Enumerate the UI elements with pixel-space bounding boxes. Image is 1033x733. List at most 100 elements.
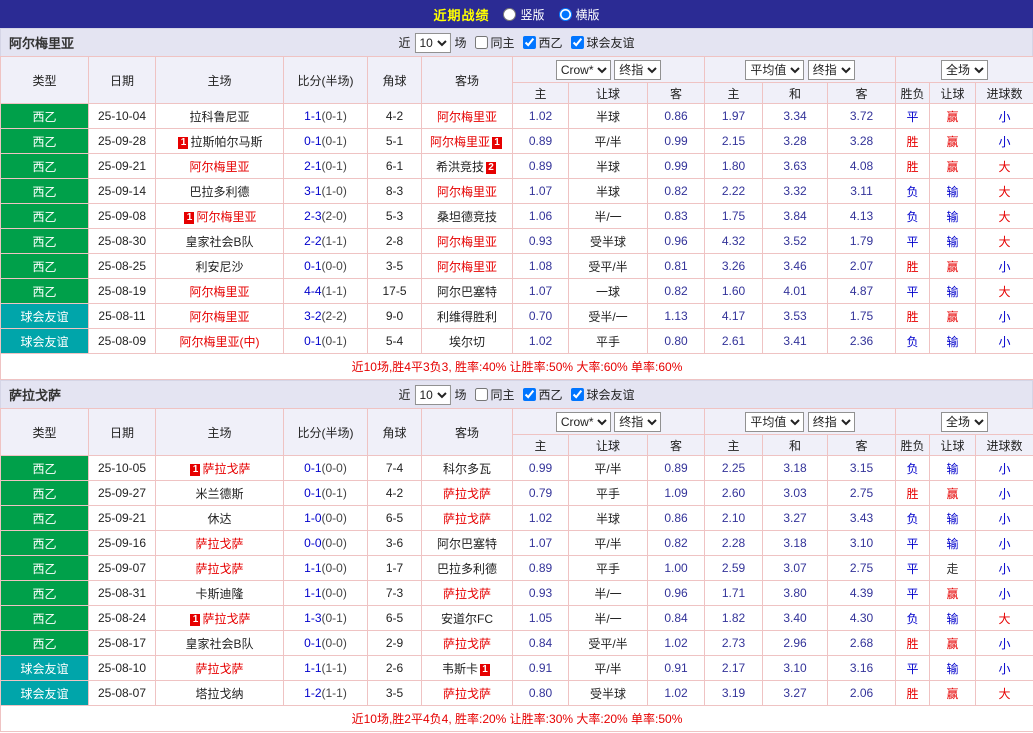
league-option[interactable]: 西乙: [519, 386, 563, 403]
team-link[interactable]: 埃尔切: [449, 335, 485, 349]
score-cell[interactable]: 0-1(0-0): [283, 455, 368, 481]
final-odds-select[interactable]: 终指: [614, 411, 662, 432]
score-cell[interactable]: 1-0(0-0): [283, 505, 368, 531]
final-odds-select[interactable]: 终指: [614, 59, 662, 80]
team-link[interactable]: 萨拉戈萨: [195, 662, 243, 676]
layout-vertical-radio[interactable]: [503, 7, 517, 21]
match-count-select[interactable]: 10: [414, 32, 451, 53]
away-team-cell[interactable]: 萨拉戈萨: [421, 480, 513, 506]
team-link[interactable]: 休达: [207, 512, 231, 526]
team-link[interactable]: 萨拉戈萨: [443, 687, 491, 701]
average-odds-select[interactable]: 平均值: [745, 59, 805, 80]
home-team-cell[interactable]: 阿尔梅里亚(中): [155, 328, 284, 354]
team-link[interactable]: 韦斯卡: [442, 662, 478, 676]
home-team-cell[interactable]: 巴拉多利德: [155, 178, 284, 204]
team-link[interactable]: 塔拉戈纳: [195, 687, 243, 701]
layout-vertical-option[interactable]: 竖版: [503, 6, 545, 23]
team-link[interactable]: 阿尔梅里亚: [437, 185, 497, 199]
team-link[interactable]: 科尔多瓦: [443, 462, 491, 476]
home-team-cell[interactable]: 米兰德斯: [155, 480, 284, 506]
odds-source-select[interactable]: Crow*: [555, 59, 611, 80]
away-team-cell[interactable]: 希洪竞技 2: [421, 153, 513, 179]
score-cell[interactable]: 3-1(1-0): [283, 178, 368, 204]
score-cell[interactable]: 0-1(0-1): [283, 328, 368, 354]
team-link[interactable]: 皇家社会B队: [185, 637, 253, 651]
team-link[interactable]: 皇家社会B队: [185, 235, 253, 249]
score-cell[interactable]: 0-1(0-0): [283, 630, 368, 656]
score-cell[interactable]: 2-2(1-1): [283, 228, 368, 254]
team-link[interactable]: 萨拉戈萨: [443, 587, 491, 601]
same-home-checkbox[interactable]: [474, 36, 488, 49]
friendly-checkbox[interactable]: [570, 36, 584, 49]
layout-horizontal-option[interactable]: 横版: [558, 6, 600, 23]
team-link[interactable]: 阿尔巴塞特: [437, 537, 497, 551]
team-link[interactable]: 拉科鲁尼亚: [189, 110, 249, 124]
score-cell[interactable]: 0-1(0-1): [283, 480, 368, 506]
home-team-cell[interactable]: 1 萨拉戈萨: [155, 605, 284, 631]
away-team-cell[interactable]: 阿尔梅里亚: [421, 178, 513, 204]
home-team-cell[interactable]: 利安尼沙: [155, 253, 284, 279]
team-link[interactable]: 卡斯迪隆: [195, 587, 243, 601]
away-team-cell[interactable]: 桑坦德竞技: [421, 203, 513, 229]
team-link[interactable]: 阿尔梅里亚: [437, 260, 497, 274]
team-link[interactable]: 巴拉多利德: [189, 185, 249, 199]
league-option[interactable]: 西乙: [519, 34, 563, 51]
home-team-cell[interactable]: 塔拉戈纳: [155, 680, 284, 706]
team-link[interactable]: 萨拉戈萨: [195, 537, 243, 551]
team-link[interactable]: 安道尔FC: [441, 612, 493, 626]
team-link[interactable]: 阿尔梅里亚: [189, 160, 249, 174]
odds-source-select[interactable]: Crow*: [555, 411, 611, 432]
team-link[interactable]: 萨拉戈萨: [443, 487, 491, 501]
league-checkbox[interactable]: [522, 388, 536, 401]
home-team-cell[interactable]: 萨拉戈萨: [155, 555, 284, 581]
average-odds-select[interactable]: 平均值: [745, 411, 805, 432]
league-checkbox[interactable]: [522, 36, 536, 49]
team-link[interactable]: 桑坦德竞技: [437, 210, 497, 224]
team-link[interactable]: 拉斯帕尔马斯: [190, 135, 262, 149]
home-team-cell[interactable]: 阿尔梅里亚: [155, 303, 284, 329]
team-link[interactable]: 阿尔梅里亚: [437, 235, 497, 249]
away-team-cell[interactable]: 科尔多瓦: [421, 455, 513, 481]
friendly-option[interactable]: 球会友谊: [567, 34, 635, 51]
away-team-cell[interactable]: 阿尔巴塞特: [421, 278, 513, 304]
team-link[interactable]: 萨拉戈萨: [443, 512, 491, 526]
friendly-option[interactable]: 球会友谊: [567, 386, 635, 403]
team-link[interactable]: 米兰德斯: [195, 487, 243, 501]
team-link[interactable]: 阿尔梅里亚: [189, 310, 249, 324]
score-cell[interactable]: 0-1(0-0): [283, 253, 368, 279]
home-team-cell[interactable]: 1 萨拉戈萨: [155, 455, 284, 481]
team-link[interactable]: 阿尔梅里亚: [430, 135, 490, 149]
match-count-select[interactable]: 10: [414, 384, 451, 405]
score-cell[interactable]: 3-2(2-2): [283, 303, 368, 329]
away-team-cell[interactable]: 阿尔梅里亚: [421, 228, 513, 254]
team-link[interactable]: 巴拉多利德: [437, 562, 497, 576]
team-link[interactable]: 萨拉戈萨: [443, 637, 491, 651]
home-team-cell[interactable]: 1 阿尔梅里亚: [155, 203, 284, 229]
score-cell[interactable]: 0-1(0-1): [283, 128, 368, 154]
team-link[interactable]: 利安尼沙: [195, 260, 243, 274]
away-team-cell[interactable]: 阿尔梅里亚 1: [421, 128, 513, 154]
friendly-checkbox[interactable]: [570, 388, 584, 401]
team-link[interactable]: 萨拉戈萨: [202, 612, 250, 626]
final-average-select[interactable]: 终指: [807, 411, 855, 432]
score-cell[interactable]: 1-1(0-1): [283, 103, 368, 129]
home-team-cell[interactable]: 拉科鲁尼亚: [155, 103, 284, 129]
home-team-cell[interactable]: 萨拉戈萨: [155, 530, 284, 556]
score-cell[interactable]: 1-3(0-1): [283, 605, 368, 631]
away-team-cell[interactable]: 萨拉戈萨: [421, 630, 513, 656]
team-link[interactable]: 阿尔梅里亚(中): [180, 335, 260, 349]
score-cell[interactable]: 2-3(2-0): [283, 203, 368, 229]
fulltime-select[interactable]: 全场: [941, 59, 989, 80]
final-average-select[interactable]: 终指: [807, 59, 855, 80]
same-home-checkbox[interactable]: [474, 388, 488, 401]
away-team-cell[interactable]: 萨拉戈萨: [421, 505, 513, 531]
team-link[interactable]: 萨拉戈萨: [195, 562, 243, 576]
team-link[interactable]: 阿尔梅里亚: [196, 210, 256, 224]
away-team-cell[interactable]: 阿尔梅里亚: [421, 253, 513, 279]
team-link[interactable]: 利维得胜利: [437, 310, 497, 324]
away-team-cell[interactable]: 萨拉戈萨: [421, 580, 513, 606]
team-link[interactable]: 阿尔梅里亚: [189, 285, 249, 299]
layout-horizontal-radio[interactable]: [558, 7, 572, 21]
home-team-cell[interactable]: 1 拉斯帕尔马斯: [155, 128, 284, 154]
away-team-cell[interactable]: 埃尔切: [421, 328, 513, 354]
